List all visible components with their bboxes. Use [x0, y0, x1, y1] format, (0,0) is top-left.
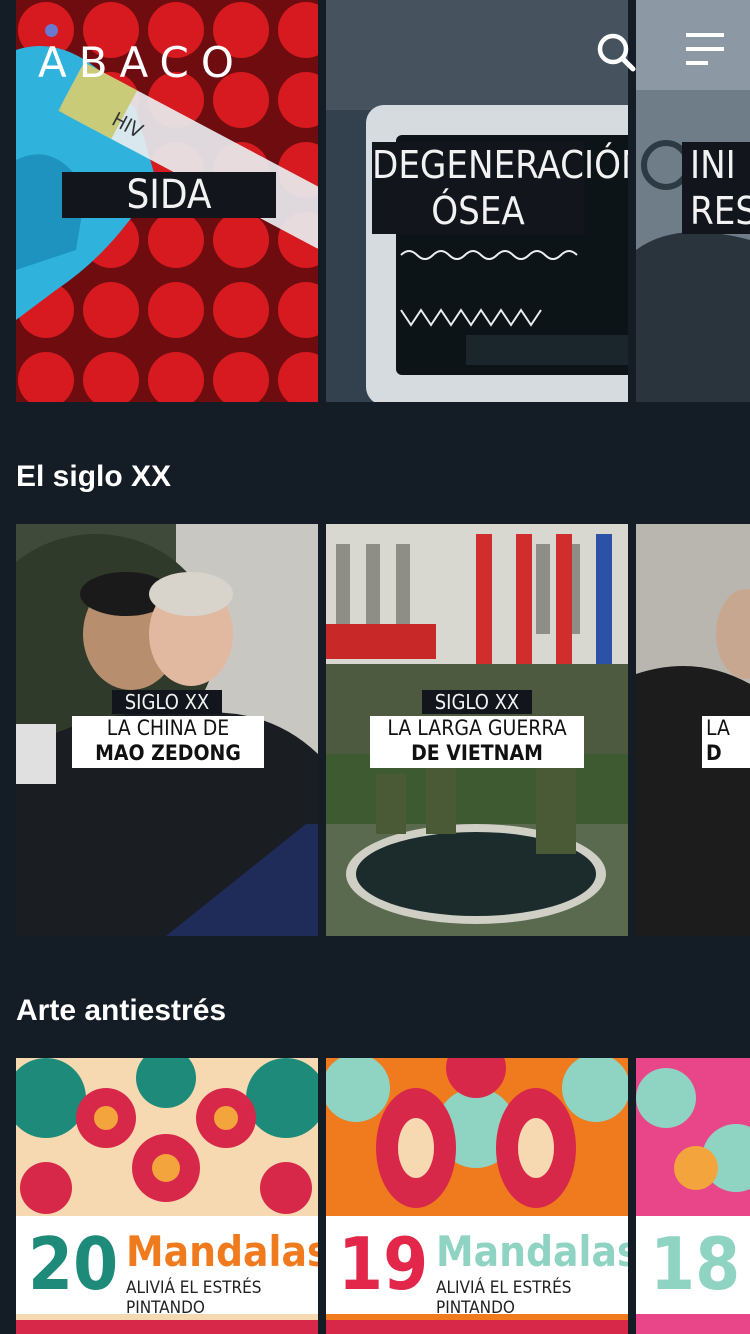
card-title: LA D: [702, 716, 750, 768]
mandala-number: 19: [338, 1222, 429, 1306]
card-title-line2: DE VIETNAM: [411, 741, 543, 765]
mandala-word: Mandalas: [436, 1227, 628, 1276]
card-title-line2: ÓSEA: [431, 189, 525, 233]
card-guerra-vietnam[interactable]: SIGLO XX LA LARGA GUERRA DE VIETNAM: [326, 524, 628, 936]
card-mandalas-19[interactable]: 19 Mandalas ALIVIÁ EL ESTRÉS PINTANDO: [326, 1058, 628, 1334]
card-title: LA LARGA GUERRA DE VIETNAM: [370, 716, 584, 768]
card-partial-siglo[interactable]: LA D: [636, 524, 750, 936]
card-title-line2: MAO ZEDONG: [95, 741, 241, 765]
card-title: SIDA: [62, 172, 276, 218]
card-tag: SIGLO XX: [112, 690, 222, 714]
section-title-siglo: El siglo XX: [16, 460, 172, 493]
search-icon[interactable]: [596, 32, 636, 72]
logo-dot: [45, 24, 58, 37]
card-title-line1: LA CHINA DE: [106, 716, 230, 740]
logo[interactable]: ABACO: [38, 38, 246, 87]
card-title-line2: RES: [690, 189, 750, 233]
card-title: INI RES: [682, 142, 750, 234]
card-mandalas-18[interactable]: 18: [636, 1058, 750, 1334]
card-title: LA CHINA DE MAO ZEDONG: [72, 716, 264, 768]
card-mandalas-20[interactable]: 20 Mandalas ALIVIÁ EL ESTRÉS PINTANDO: [16, 1058, 318, 1334]
mandala-word: Mandalas: [126, 1227, 318, 1276]
siglo-carousel[interactable]: SIGLO XX LA CHINA DE MAO ZEDONG SIGLO XX…: [16, 524, 750, 936]
mandala-subtitle: ALIVIÁ EL ESTRÉS PINTANDO: [126, 1278, 262, 1318]
card-china-mao[interactable]: SIGLO XX LA CHINA DE MAO ZEDONG: [16, 524, 318, 936]
mandala-subtitle: ALIVIÁ EL ESTRÉS PINTANDO: [436, 1278, 572, 1318]
section-title-arte: Arte antiestrés: [16, 994, 227, 1027]
card-title: DEGENERACIÓN ÓSEA: [372, 142, 628, 234]
card-title-line1: INI: [690, 143, 736, 187]
card-title-line1: LA LARGA GUERRA: [387, 716, 567, 740]
card-tag: SIGLO XX: [422, 690, 532, 714]
card-title-line1: LA: [706, 716, 730, 740]
menu-icon[interactable]: [684, 32, 726, 68]
mandala-number: 18: [650, 1222, 741, 1306]
card-title-line2: D: [706, 741, 722, 765]
mandala-number: 20: [28, 1222, 119, 1306]
app-header: ABACO: [0, 0, 750, 100]
arte-carousel[interactable]: 20 Mandalas ALIVIÁ EL ESTRÉS PINTANDO 19…: [16, 1058, 750, 1334]
card-title-line1: DEGENERACIÓN: [372, 143, 628, 187]
